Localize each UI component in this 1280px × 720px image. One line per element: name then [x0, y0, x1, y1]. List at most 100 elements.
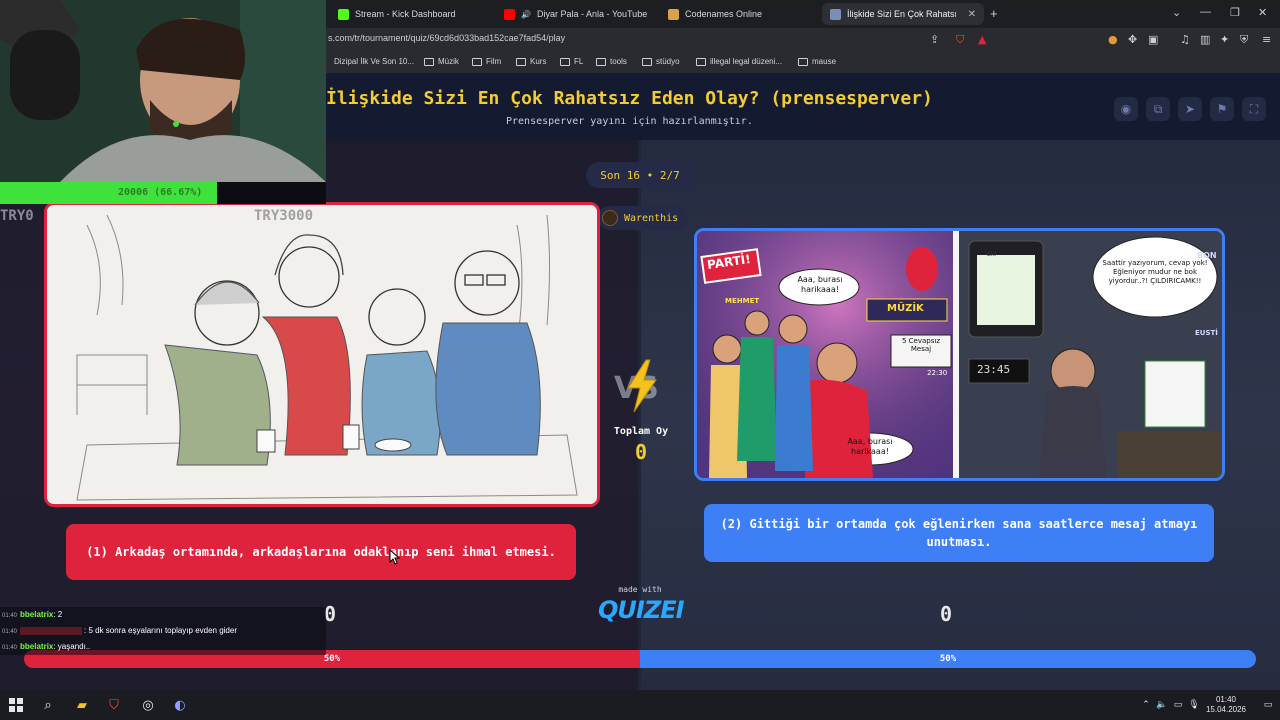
brave-browser-icon[interactable]: ⛉	[104, 695, 124, 715]
bookmark-folder[interactable]: Müzik	[424, 57, 459, 66]
tab-label: Diyar Pala - Anla - YouTube	[536, 9, 648, 19]
bookmark-folder[interactable]: FL	[560, 57, 583, 66]
folder-icon	[596, 57, 606, 66]
made-with-label: made with	[618, 585, 662, 594]
reader-icon[interactable]: ▥	[1200, 33, 1210, 46]
comic-speech-3: Saattir yazıyorum, cevap yok! Eğleniyor …	[1102, 259, 1208, 285]
send-icon[interactable]: ➤	[1178, 97, 1202, 121]
bookmark-folder[interactable]: stüdyo	[642, 57, 680, 66]
comic-speech-1: Aaa, burası harikaaa!	[797, 275, 843, 294]
menu-icon[interactable]: ≡	[1262, 33, 1271, 46]
option-right-card[interactable]: PARTİ! MEHMET Aaa, burası harikaaa! MÜZİ…	[694, 228, 1225, 481]
speaker-icon: 🔊	[521, 9, 531, 19]
webcam-overlay	[0, 0, 326, 182]
notification-icon[interactable]: ▭	[1258, 695, 1278, 715]
flag-icon[interactable]: ⚑	[1210, 97, 1234, 121]
tab-label: Codenames Online	[685, 9, 763, 19]
vote-bar-right: 50%	[640, 650, 1256, 668]
youtube-icon	[504, 8, 515, 20]
donation-goal-label: TRY3000	[254, 208, 314, 224]
user-badge: Warenthis	[598, 206, 688, 230]
tab-label: Stream - Kick Dashboard	[355, 9, 456, 19]
friends-sketch-image	[47, 205, 597, 504]
close-window-button[interactable]: ✕	[1258, 6, 1267, 19]
bookmark-folder[interactable]: illegal legal düzeni...	[696, 57, 782, 66]
share-icon[interactable]: ⇪	[930, 33, 939, 46]
bookmark-folder[interactable]: mause	[798, 57, 836, 66]
quiz-title: İlişkide Sizi En Çok Rahatsız Eden Olay?…	[326, 88, 933, 109]
codenames-icon	[668, 8, 679, 20]
vpn-icon[interactable]: ⛨	[1240, 33, 1248, 47]
username: Warenthis	[624, 212, 679, 224]
ai-icon[interactable]: ✦	[1220, 33, 1229, 46]
comic-music-label: MÜZİK	[887, 303, 924, 314]
option-left-button[interactable]: (1) Arkadaş ortamında, arkadaşlarına oda…	[66, 524, 576, 580]
discord-icon[interactable]: ◐	[170, 695, 190, 715]
comic-mehmet-label: MEHMET	[725, 297, 760, 305]
donation-left-label: TRY0	[0, 208, 34, 224]
search-icon[interactable]: ⌕	[38, 695, 58, 715]
url-field[interactable]: s.com/tr/tournament/quiz/69cd6d033bad152…	[328, 33, 565, 43]
folder-icon	[516, 57, 526, 66]
quizei-logo[interactable]: QUIZEI	[598, 596, 685, 624]
new-tab-button[interactable]: +	[990, 6, 998, 21]
media-icon[interactable]: ♫	[1180, 33, 1190, 46]
folder-icon	[696, 57, 706, 66]
option-right-button[interactable]: (2) Gittiği bir ortamda çok eğlenirken s…	[704, 504, 1214, 562]
bookmark-folder[interactable]: Film	[472, 57, 501, 66]
close-tab-icon[interactable]: ✕	[968, 9, 976, 20]
mouse-cursor-icon	[389, 549, 401, 565]
webcam-image	[0, 0, 326, 182]
tab-youtube[interactable]: 🔊 Diyar Pala - Anla - YouTube	[496, 3, 654, 25]
total-votes-label: Toplam Oy	[613, 426, 669, 437]
folder-icon	[424, 57, 434, 66]
obs-icon[interactable]: ◎	[138, 695, 158, 715]
restore-button[interactable]: ❐	[1230, 6, 1240, 19]
folder-icon	[642, 57, 652, 66]
tab-kick-dashboard[interactable]: Stream - Kick Dashboard	[330, 3, 490, 25]
versus-icon: VS	[614, 359, 659, 413]
share-link-icon[interactable]: ⧉	[1146, 97, 1170, 121]
option-left-card[interactable]	[44, 202, 600, 507]
clock-time: 01:40	[1215, 695, 1237, 704]
chat-message: 01:40 bbelatrix: 2	[2, 610, 63, 619]
tab-search-icon[interactable]: ⌄	[1172, 6, 1181, 19]
folder-icon	[472, 57, 482, 66]
stream-chat-overlay: 01:40 bbelatrix: 2 01:40: 5 dk sonra eşya…	[0, 607, 326, 655]
donation-progress-bar: 20006 (66.67%)	[0, 182, 326, 204]
bookmark-folder[interactable]: tools	[596, 57, 627, 66]
option-right-votes: 0	[940, 602, 953, 626]
tab-codenames[interactable]: Codenames Online	[660, 3, 816, 25]
donation-progress-text: 20006 (66.67%)	[118, 187, 203, 198]
rewards-icon[interactable]: ▲	[978, 33, 986, 46]
tab-label: İlişkide Sizi En Çok Rahatsız Eden	[847, 9, 956, 19]
tab-quiz-active[interactable]: İlişkide Sizi En Çok Rahatsız Eden ✕	[822, 3, 984, 25]
clock-date: 15.04.2026	[1205, 705, 1247, 715]
comic-speech-2: Aaa, burası harikaaa!	[847, 437, 893, 456]
quiz-tab-icon	[830, 8, 841, 20]
fullscreen-icon[interactable]: ⛶	[1242, 97, 1266, 121]
comic-notification: 5 Cevapsız Mesaj	[901, 337, 940, 354]
comic-contact-name: Elif	[987, 251, 997, 258]
quiz-subtitle: Prensesperver yayını için hazırlanmıştır…	[506, 116, 753, 127]
bookmark-folder[interactable]: Kurs	[516, 57, 546, 66]
bookmark-item[interactable]: Dizipal İlk Ve Son 10...	[334, 57, 414, 66]
file-explorer-icon[interactable]: ▰	[72, 695, 92, 715]
chat-message: 01:40: 5 dk sonra eşyalarını toplayıp ev…	[2, 626, 237, 635]
eye-icon[interactable]: ◉	[1114, 97, 1138, 121]
minimize-button[interactable]: —	[1200, 6, 1211, 18]
comic-eust-label: EUSTİ	[1195, 329, 1218, 337]
chat-username-badge	[20, 626, 83, 635]
round-indicator: Son 16 • 2/7	[586, 162, 694, 188]
folder-icon	[798, 57, 808, 66]
comic-clock: 23:45	[977, 363, 1011, 376]
comic-bon-label: BON	[1197, 251, 1217, 260]
taskbar-clock[interactable]: 01:40 15.04.2026	[1196, 695, 1256, 716]
extensions-icon[interactable]: ✥	[1128, 33, 1137, 46]
brave-shield-icon[interactable]: ⛉	[956, 33, 964, 47]
sidebar-icon[interactable]: ▣	[1148, 33, 1158, 46]
extension-cookie-icon[interactable]: ●	[1108, 33, 1118, 46]
chat-message: 01:40 bbelatrix: yaşandı..	[2, 642, 91, 651]
folder-icon	[560, 57, 570, 66]
windows-start-icon[interactable]	[6, 695, 26, 715]
